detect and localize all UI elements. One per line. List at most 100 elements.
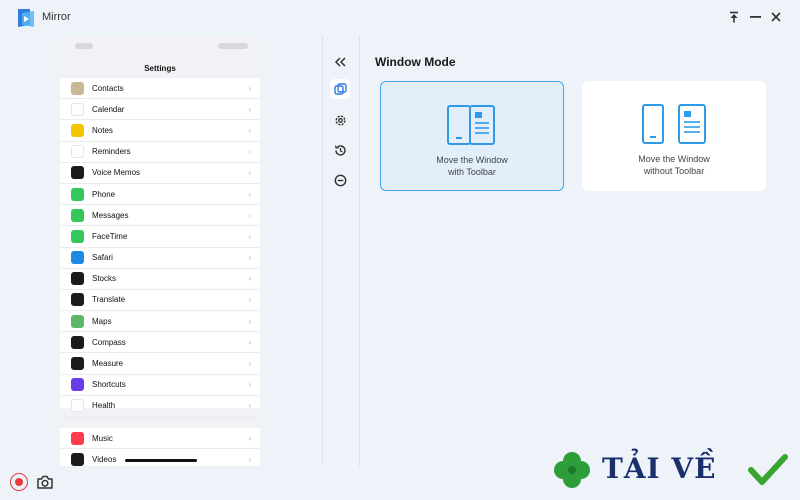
- chevron-right-icon: ›: [248, 433, 251, 443]
- pin-icon[interactable]: [725, 8, 743, 26]
- mode-card-line1: Move the Window: [638, 154, 710, 164]
- settings-item-contacts[interactable]: Contacts ›: [60, 78, 260, 100]
- settings-item-shortcuts[interactable]: Shortcuts ›: [60, 375, 260, 396]
- chevron-right-icon: ›: [248, 168, 251, 178]
- watermark-text: TẢI VỀ: [602, 452, 717, 485]
- music-icon: [71, 431, 84, 445]
- settings-item-label: Maps: [92, 316, 112, 326]
- chevron-right-icon: ›: [248, 380, 251, 390]
- messages-icon: [71, 208, 84, 222]
- settings-item-label: Voice Memos: [92, 168, 141, 178]
- settings-item-compass[interactable]: Compass ›: [60, 332, 260, 354]
- settings-item-calendar[interactable]: Calendar ›: [60, 99, 260, 121]
- settings-item-messages[interactable]: Messages ›: [60, 205, 260, 227]
- chevron-right-icon: ›: [248, 231, 251, 241]
- compass-icon: [71, 335, 84, 349]
- divider-right: [359, 36, 360, 466]
- translate-icon: [71, 293, 84, 307]
- minimize-icon[interactable]: [746, 8, 764, 26]
- divider-left: [322, 36, 323, 466]
- chevron-right-icon: ›: [248, 210, 251, 220]
- voice-memos-icon: [71, 166, 84, 180]
- gear-icon[interactable]: [330, 110, 350, 130]
- settings-item-notes[interactable]: Notes ›: [60, 120, 260, 142]
- tv-icon: [71, 452, 84, 466]
- settings-item-maps[interactable]: Maps ›: [60, 311, 260, 333]
- safari-icon: [71, 251, 84, 265]
- maps-icon: [71, 314, 84, 328]
- phone-without-toolbar-icon: [642, 104, 706, 144]
- home-indicator: [125, 459, 197, 462]
- chevron-right-icon: ›: [248, 189, 251, 199]
- status-bar-time: [75, 43, 93, 49]
- chevron-right-icon: ›: [248, 274, 251, 284]
- settings-item-label: Translate: [92, 295, 126, 305]
- mode-card-with-toolbar[interactable]: Move the Window with Toolbar: [380, 81, 564, 191]
- chevron-right-icon: ›: [248, 337, 251, 347]
- settings-item-health[interactable]: Health ›: [60, 396, 260, 417]
- settings-item-label: Health: [92, 401, 116, 411]
- settings-item-label: FaceTime: [92, 231, 128, 241]
- chevron-right-icon: ›: [248, 104, 251, 114]
- reminders-icon: [71, 145, 84, 159]
- settings-item-label: Phone: [92, 189, 116, 199]
- settings-item-label: Music: [92, 433, 113, 443]
- stocks-icon: [71, 272, 84, 286]
- settings-item-label: Calendar: [92, 104, 125, 114]
- measure-icon: [71, 357, 84, 371]
- app-title: Mirror: [42, 11, 71, 23]
- chevron-right-icon: ›: [248, 83, 251, 93]
- mode-card-line2: with Toolbar: [448, 167, 496, 177]
- record-dot: [15, 478, 23, 486]
- record-icon[interactable]: [10, 473, 28, 491]
- chevron-right-icon: ›: [248, 125, 251, 135]
- settings-item-reminders[interactable]: Reminders ›: [60, 142, 260, 163]
- chevron-right-icon: ›: [248, 316, 251, 326]
- status-bar-indicators: [218, 43, 248, 49]
- history-icon[interactable]: [330, 140, 350, 160]
- checkmark-icon: [748, 454, 788, 485]
- more-icon[interactable]: [330, 170, 350, 190]
- settings-item-label: Reminders: [92, 147, 131, 157]
- settings-item-safari[interactable]: Safari ›: [60, 248, 260, 269]
- settings-item-label: Stocks: [92, 274, 117, 284]
- window-mode-icon[interactable]: [330, 79, 350, 99]
- calendar-icon: [71, 102, 84, 116]
- mode-card-line1: Move the Window: [436, 155, 508, 165]
- chevron-right-icon: ›: [248, 295, 251, 305]
- settings-list: Contacts › Calendar › Notes › Reminders › Voice …: [60, 78, 260, 417]
- phone-screen[interactable]: Settings Contacts › Calendar › Notes › Reminde…: [60, 36, 260, 466]
- mirror-logo-icon: [18, 9, 34, 27]
- phone-page-title: Settings: [144, 64, 176, 73]
- mode-card-label: Move the Window with Toolbar: [436, 154, 508, 178]
- health-icon: [71, 399, 84, 413]
- mode-card-without-toolbar[interactable]: Move the Window without Toolbar: [582, 81, 766, 191]
- settings-item-music[interactable]: Music ›: [60, 428, 260, 450]
- settings-item-stocks[interactable]: Stocks ›: [60, 269, 260, 290]
- chevron-right-icon: ›: [248, 454, 251, 464]
- settings-item-voice-memos[interactable]: Voice Memos ›: [60, 163, 260, 184]
- settings-item-measure[interactable]: Measure ›: [60, 353, 260, 375]
- settings-item-label: Shortcuts: [92, 380, 126, 390]
- chevron-right-icon: ›: [248, 147, 251, 157]
- camera-icon[interactable]: [36, 473, 54, 491]
- settings-item-phone[interactable]: Phone ›: [60, 184, 260, 206]
- settings-item-label: Measure: [92, 359, 124, 369]
- facetime-icon: [71, 229, 84, 243]
- chevron-right-icon: ›: [248, 401, 251, 411]
- settings-item-facetime[interactable]: FaceTime ›: [60, 226, 260, 248]
- settings-item-label: Messages: [92, 210, 129, 220]
- title-bar: Mirror: [0, 0, 800, 36]
- notes-icon: [71, 123, 84, 137]
- panel-title: Window Mode: [375, 55, 456, 69]
- double-chevron-left-icon[interactable]: [330, 52, 350, 72]
- chevron-right-icon: ›: [248, 359, 251, 369]
- close-icon[interactable]: [767, 8, 785, 26]
- settings-item-label: Notes: [92, 125, 113, 135]
- settings-item-translate[interactable]: Translate ›: [60, 290, 260, 312]
- settings-item-videos[interactable]: Videos ›: [60, 449, 260, 466]
- contacts-icon: [71, 81, 84, 95]
- shortcuts-icon: [71, 378, 84, 392]
- clover-icon: [554, 452, 590, 488]
- watermark: TẢI VỀ: [548, 447, 794, 493]
